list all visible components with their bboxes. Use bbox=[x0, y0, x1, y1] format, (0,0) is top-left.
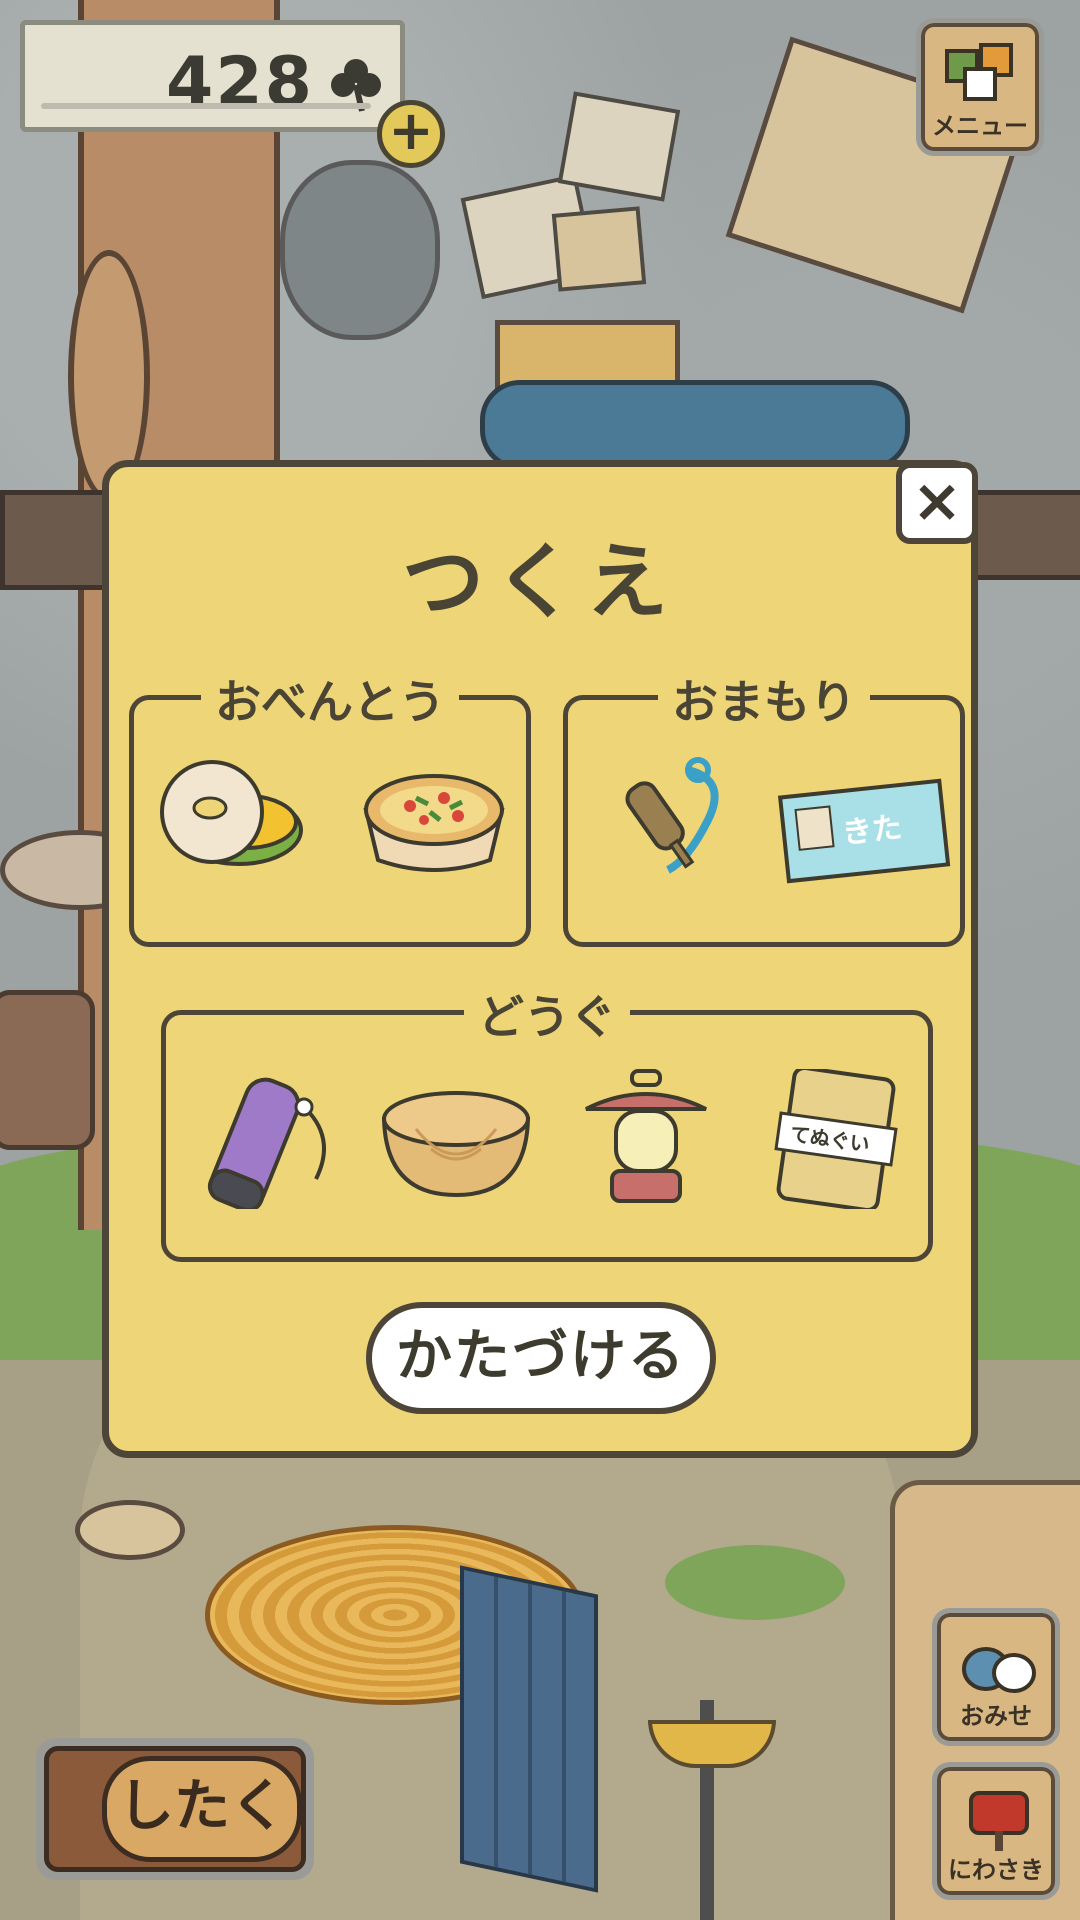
prepare-button[interactable]: したく bbox=[36, 1738, 314, 1880]
lunch-group-label: おべんとう bbox=[201, 666, 459, 732]
shop-label: おみせ bbox=[960, 1702, 1032, 1730]
folding-screen bbox=[460, 1565, 598, 1893]
tenugui-icon[interactable]: てぬぐい bbox=[756, 1069, 916, 1209]
lantern-icon[interactable] bbox=[566, 1069, 726, 1209]
lunch-group: おべんとう bbox=[129, 666, 531, 947]
water-bottle-icon[interactable] bbox=[186, 1069, 346, 1209]
tool-group-label: どうぐ bbox=[464, 981, 630, 1047]
bell-charm-icon[interactable] bbox=[588, 750, 748, 890]
ticket-charm-icon[interactable]: きた bbox=[774, 760, 954, 900]
bagel-sandwich-icon[interactable] bbox=[154, 750, 314, 890]
bed bbox=[480, 380, 910, 470]
mailbox-icon bbox=[969, 1791, 1029, 1851]
menu-button[interactable]: メニュー bbox=[916, 18, 1044, 156]
menu-label: メニュー bbox=[932, 112, 1028, 140]
dialog-title: つくえ bbox=[401, 535, 678, 630]
tool-group: どうぐ てぬぐい bbox=[161, 981, 933, 1262]
pinned-note bbox=[557, 91, 681, 202]
wooden-bowl-icon[interactable] bbox=[376, 1069, 536, 1209]
charm-group: おまもり きた bbox=[563, 666, 965, 947]
quiche-icon[interactable] bbox=[354, 750, 514, 890]
green-mat bbox=[665, 1545, 845, 1620]
garden-label: にわさき bbox=[948, 1856, 1044, 1884]
counter-underline bbox=[41, 103, 371, 109]
barrel bbox=[0, 990, 95, 1150]
pinned-note bbox=[551, 206, 647, 292]
desk-dialog: つくえ おべんとう おまもり きた どうぐ てぬぐい かたづける bbox=[102, 460, 978, 1458]
prepare-label: したく bbox=[102, 1756, 302, 1862]
charm-group-label: おまもり bbox=[658, 666, 870, 732]
right-shelf bbox=[960, 490, 1080, 580]
menu-cards-icon bbox=[945, 43, 1013, 101]
shop-button[interactable]: おみせ bbox=[932, 1608, 1060, 1746]
shop-bags-icon bbox=[962, 1647, 1036, 1693]
close-button[interactable]: × bbox=[896, 462, 978, 544]
clover-counter: 428 bbox=[20, 20, 405, 132]
add-clover-button[interactable]: + bbox=[377, 100, 445, 168]
ticket-text: きた bbox=[840, 810, 903, 851]
clover-count: 428 bbox=[166, 43, 314, 122]
barred-window bbox=[280, 160, 440, 340]
garden-button[interactable]: にわさき bbox=[932, 1762, 1060, 1900]
cleanup-button[interactable]: かたづける bbox=[366, 1302, 716, 1414]
tree-stump bbox=[75, 1500, 185, 1560]
